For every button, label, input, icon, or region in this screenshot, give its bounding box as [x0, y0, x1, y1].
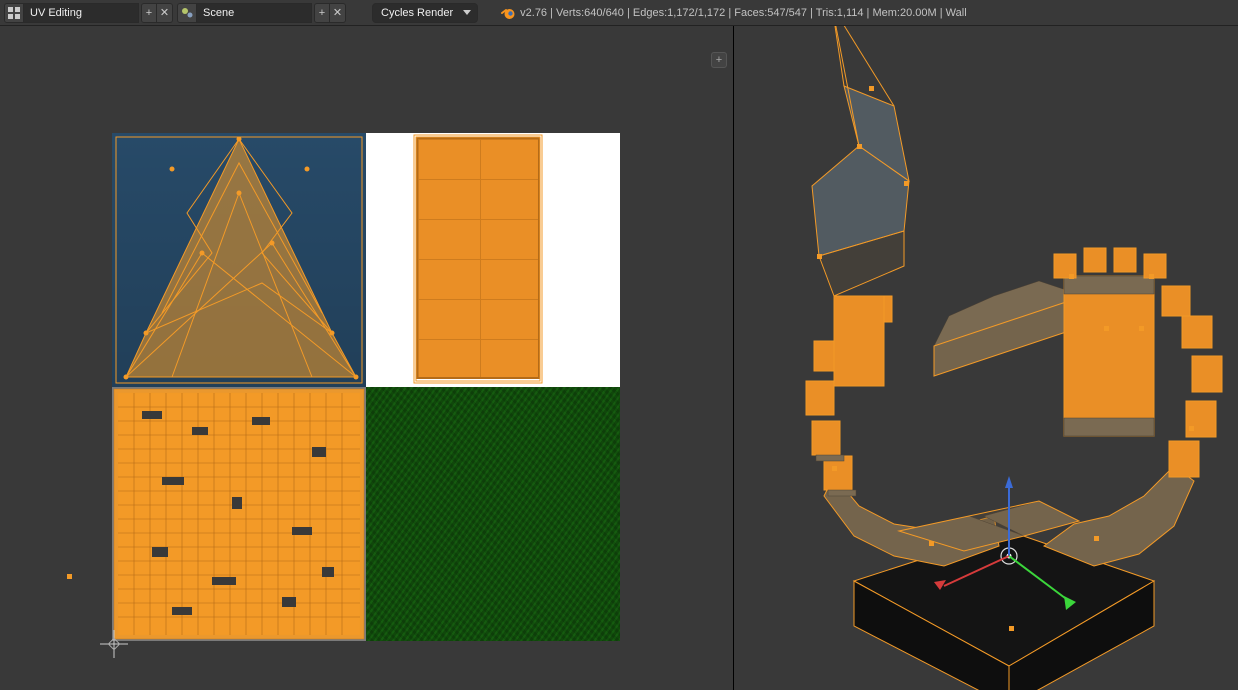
viewport-scene [734, 26, 1238, 690]
main-split: + [0, 26, 1238, 690]
layout-icon[interactable] [4, 3, 24, 23]
layout-add-button[interactable]: + [141, 3, 157, 23]
stat-verts: 640/640 [584, 7, 624, 19]
stats-bar: v2.76 | Verts:640/640 | Edges:1,172/1,17… [520, 7, 967, 19]
texture-quadrant-roof [112, 133, 366, 387]
stray-uv-vertex [67, 574, 72, 579]
version-text: v2.76 [520, 7, 547, 19]
stat-edges: 1,172/1,172 [667, 7, 725, 19]
layout-selector[interactable]: UV Editing + ✕ [4, 3, 173, 23]
scene-icon[interactable] [177, 3, 197, 23]
stat-mem: 20.00M [900, 7, 937, 19]
uv-overlay-roof [112, 133, 366, 387]
scene-selector[interactable]: Scene + ✕ [177, 3, 346, 23]
render-engine-dropdown[interactable]: Cycles Render [372, 3, 478, 23]
stat-faces: 547/547 [767, 7, 807, 19]
blender-icon [500, 5, 516, 21]
stat-object: Wall [946, 7, 967, 19]
layout-delete-button[interactable]: ✕ [157, 3, 173, 23]
scene-name[interactable]: Scene [197, 3, 312, 23]
region-split-widget[interactable]: + [711, 52, 727, 68]
uv-texture-canvas[interactable] [112, 133, 620, 641]
uv-overlay-wall [112, 387, 366, 641]
uv-overlay-door [366, 133, 620, 387]
texture-quadrant-door [366, 133, 620, 387]
uv-image-editor[interactable]: + [0, 26, 734, 690]
info-header: UV Editing + ✕ Scene + ✕ Cycles Render v… [0, 0, 1238, 26]
render-engine-label: Cycles Render [381, 7, 453, 19]
scene-delete-button[interactable]: ✕ [330, 3, 346, 23]
texture-quadrant-wall [112, 387, 366, 641]
texture-quadrant-grass [366, 387, 620, 641]
stat-tris: 1,114 [837, 7, 864, 19]
chevron-down-icon [463, 10, 471, 15]
3d-viewport[interactable] [734, 26, 1238, 690]
scene-add-button[interactable]: + [314, 3, 330, 23]
layout-name[interactable]: UV Editing [24, 3, 139, 23]
